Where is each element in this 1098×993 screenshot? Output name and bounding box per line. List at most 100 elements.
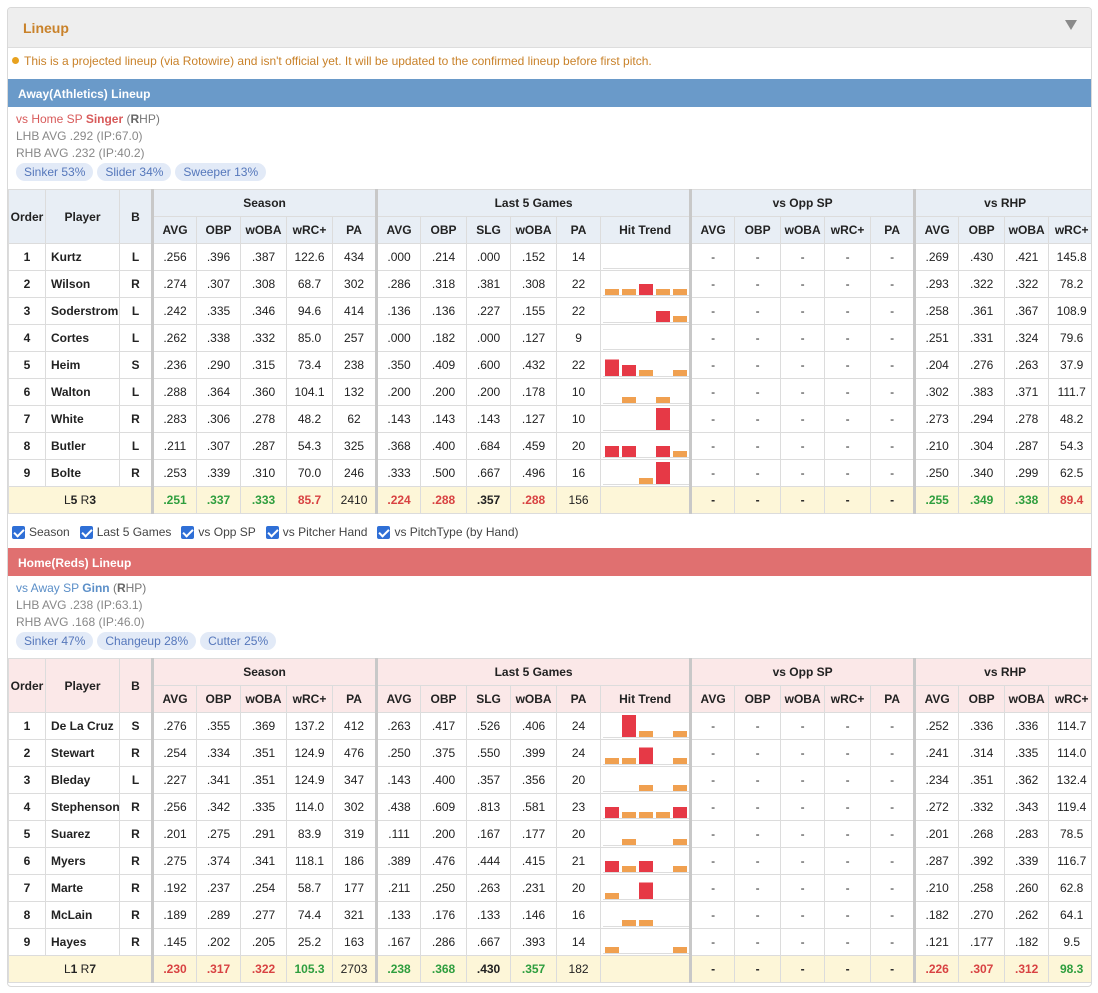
stat-toggle[interactable]: Last 5 Games xyxy=(79,525,171,539)
col-header[interactable]: PA xyxy=(331,216,378,244)
stat-toggle[interactable]: vs Opp SP xyxy=(181,525,256,539)
checkbox-checked-icon[interactable] xyxy=(181,525,195,539)
col-header[interactable]: AVG xyxy=(689,216,736,244)
pitch-type-pill[interactable]: Slider 34% xyxy=(97,163,172,181)
opp-sp-stat: - xyxy=(870,432,916,460)
player-name[interactable]: Bleday xyxy=(45,766,120,794)
col-header[interactable]: wOBA xyxy=(240,685,287,713)
col-header[interactable]: OBP xyxy=(734,216,782,244)
col-header[interactable]: OBP xyxy=(958,685,1006,713)
player-name[interactable]: Heim xyxy=(45,351,120,379)
col-header[interactable]: AVG xyxy=(375,216,422,244)
col-header[interactable]: wOBA xyxy=(510,216,558,244)
pitch-type-pill[interactable]: Sinker 47% xyxy=(16,632,94,650)
checkbox-checked-icon[interactable] xyxy=(377,525,391,539)
opp-sp-stat: - xyxy=(734,243,782,271)
col-header[interactable]: OBP xyxy=(196,685,241,713)
player-name[interactable]: Butler xyxy=(45,432,120,460)
col-header[interactable]: PA xyxy=(556,685,602,713)
checkbox-checked-icon[interactable] xyxy=(79,525,93,539)
col-header[interactable]: AVG xyxy=(151,685,197,713)
opp-sp-stat: - xyxy=(870,297,916,325)
last5-stat: .143 xyxy=(420,405,468,433)
col-header[interactable]: OBP xyxy=(196,216,241,244)
season-stat: 177 xyxy=(331,874,378,902)
batting-order: 5 xyxy=(8,351,46,379)
pitch-type-pill[interactable]: Sweeper 13% xyxy=(175,163,267,181)
col-header[interactable]: PA xyxy=(556,216,602,244)
sp-prefix: vs Away SP xyxy=(16,581,79,595)
col-header[interactable]: AVG xyxy=(913,685,960,713)
sp-name[interactable]: Singer xyxy=(86,112,123,126)
opp-sp-stat: - xyxy=(734,405,782,433)
season-stat: .277 xyxy=(240,901,287,929)
hit-trend-chart xyxy=(603,839,690,846)
hit-trend-cell xyxy=(600,270,692,298)
season-stat: .355 xyxy=(196,712,241,740)
stat-toggle[interactable]: vs Pitcher Hand xyxy=(265,525,367,539)
bats-hand: R xyxy=(119,874,153,902)
col-header[interactable]: SLG xyxy=(466,685,512,713)
col-header[interactable]: SLG xyxy=(466,216,512,244)
col-header[interactable]: AVG xyxy=(913,216,960,244)
col-header[interactable]: PA xyxy=(870,216,916,244)
col-header[interactable]: AVG xyxy=(151,216,197,244)
col-header[interactable]: PA xyxy=(331,685,378,713)
player-name[interactable]: Bolte xyxy=(45,459,120,487)
col-header[interactable]: wOBA xyxy=(1004,685,1050,713)
col-header[interactable]: Hit Trend xyxy=(600,685,692,713)
opp-sp-stat: - xyxy=(870,405,916,433)
player-name[interactable]: Kurtz xyxy=(45,243,120,271)
player-name[interactable]: Stewart xyxy=(45,739,120,767)
player-name[interactable]: Marte xyxy=(45,874,120,902)
hit-trend-chart xyxy=(603,947,690,954)
col-header[interactable]: OBP xyxy=(420,685,468,713)
col-header[interactable]: OBP xyxy=(420,216,468,244)
col-header[interactable]: wOBA xyxy=(240,216,287,244)
col-header[interactable]: wRC+ xyxy=(1048,685,1091,713)
player-name[interactable]: Soderstrom xyxy=(45,297,120,325)
checkbox-checked-icon[interactable] xyxy=(265,525,279,539)
pitch-type-pill[interactable]: Changeup 28% xyxy=(97,632,197,650)
panel-header[interactable]: Lineup xyxy=(8,8,1091,48)
col-header[interactable]: wOBA xyxy=(510,685,558,713)
checkbox-checked-icon[interactable] xyxy=(12,525,25,539)
group-header-2: vs Opp SP xyxy=(689,658,916,686)
col-header[interactable]: OBP xyxy=(958,216,1006,244)
player-name[interactable]: Stephenson xyxy=(45,793,120,821)
col-header[interactable]: wRC+ xyxy=(286,685,333,713)
player-name[interactable]: Wilson xyxy=(45,270,120,298)
col-header[interactable]: wOBA xyxy=(780,685,826,713)
player-name[interactable]: Hayes xyxy=(45,928,120,956)
pitch-type-pill[interactable]: Sinker 53% xyxy=(16,163,94,181)
total-opp-stat: - xyxy=(780,486,826,514)
player-name[interactable]: McLain xyxy=(45,901,120,929)
stat-toggle[interactable]: vs PitchType (by Hand) xyxy=(377,525,519,539)
season-stat: .256 xyxy=(151,243,197,271)
col-header[interactable]: Hit Trend xyxy=(600,216,692,244)
col-header[interactable]: OBP xyxy=(734,685,782,713)
col-header[interactable]: wRC+ xyxy=(1048,216,1091,244)
col-header[interactable]: PA xyxy=(870,685,916,713)
col-header[interactable]: wOBA xyxy=(1004,216,1050,244)
last5-stat: .600 xyxy=(466,351,512,379)
col-header[interactable]: AVG xyxy=(689,685,736,713)
col-header[interactable]: wRC+ xyxy=(824,685,872,713)
col-header[interactable]: wRC+ xyxy=(286,216,333,244)
hit-trend-chart xyxy=(603,747,690,765)
player-name[interactable]: De La Cruz xyxy=(45,712,120,740)
col-header[interactable]: AVG xyxy=(375,685,422,713)
col-header[interactable]: wOBA xyxy=(780,216,826,244)
col-header[interactable]: wRC+ xyxy=(824,216,872,244)
pitch-type-pill[interactable]: Cutter 25% xyxy=(200,632,277,650)
stat-toggle[interactable]: Season xyxy=(12,525,70,539)
season-stat: 58.7 xyxy=(286,874,333,902)
player-name[interactable]: Suarez xyxy=(45,820,120,848)
opp-sp-stat: - xyxy=(734,874,782,902)
player-name[interactable]: White xyxy=(45,405,120,433)
player-name[interactable]: Myers xyxy=(45,847,120,875)
collapse-caret-icon[interactable] xyxy=(1065,20,1077,30)
player-name[interactable]: Walton xyxy=(45,378,120,406)
player-name[interactable]: Cortes xyxy=(45,324,120,352)
sp-name[interactable]: Ginn xyxy=(82,581,109,595)
